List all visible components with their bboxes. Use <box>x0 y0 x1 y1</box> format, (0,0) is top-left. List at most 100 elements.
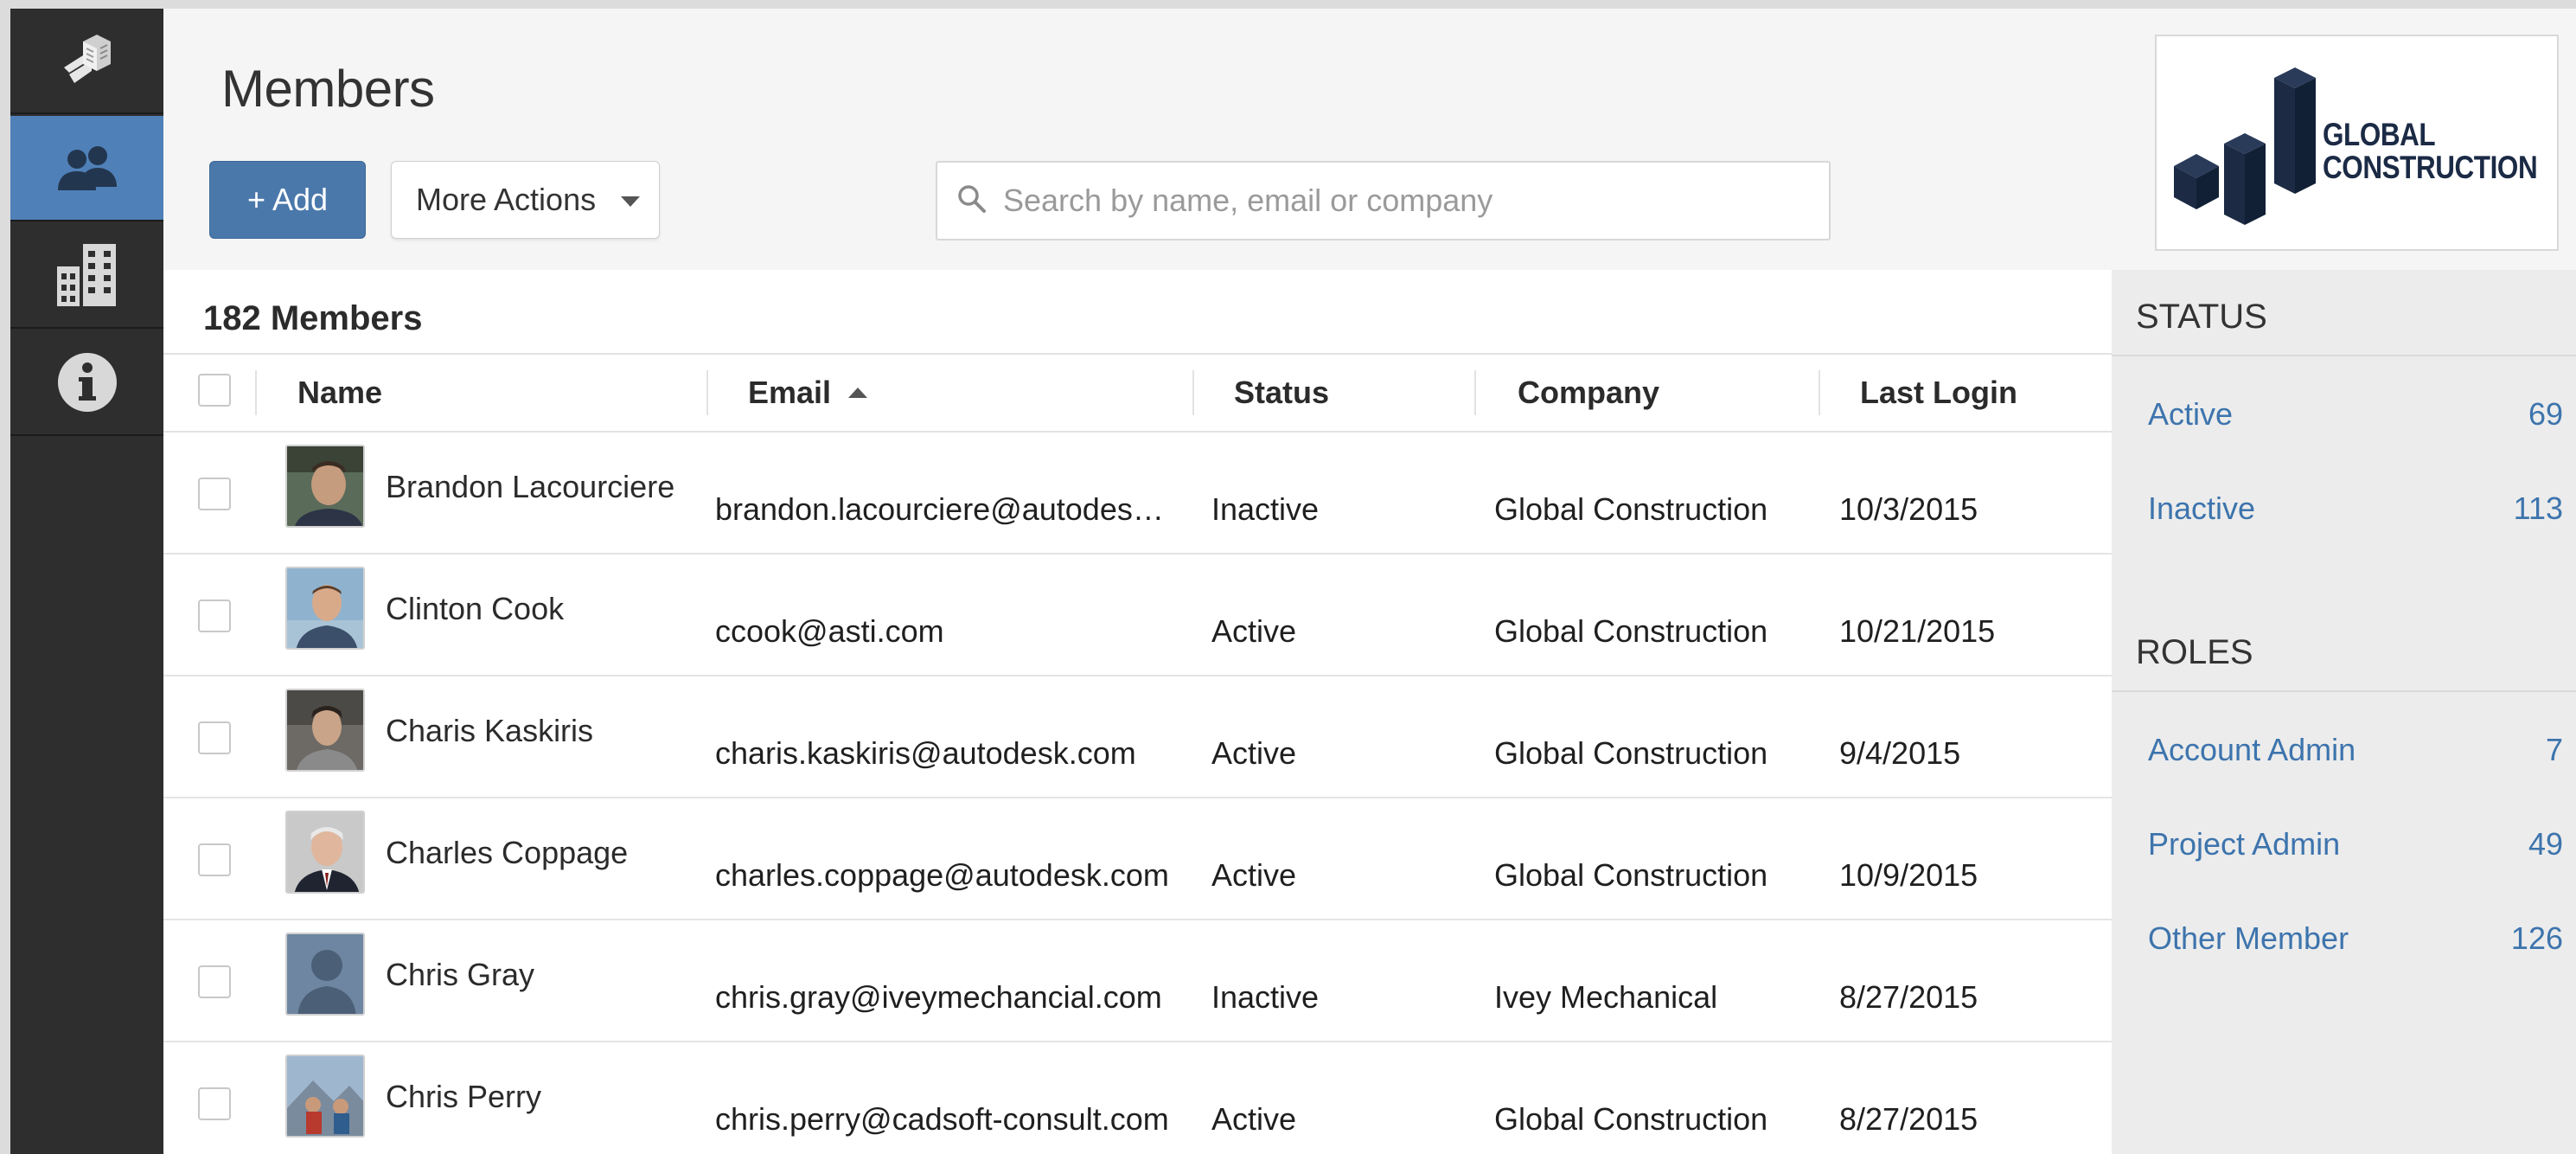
search-input[interactable] <box>1003 183 1799 219</box>
member-company: Ivey Mechanical <box>1494 979 1718 1015</box>
filter-label: Active <box>2148 396 2234 432</box>
page-title: Members <box>221 60 435 118</box>
logo-text: GLOBAL CONSTRUCTION <box>2323 117 2538 185</box>
column-header-email[interactable]: Email <box>748 355 868 431</box>
more-actions-dropdown[interactable]: More Actions <box>391 161 660 239</box>
column-header-status[interactable]: Status <box>1234 355 1329 431</box>
member-name[interactable]: Chris Perry <box>386 1079 541 1115</box>
sort-ascending-icon <box>848 388 868 398</box>
select-all-checkbox[interactable] <box>198 374 231 407</box>
member-email: charis.kaskiris@autodesk.com <box>715 735 1136 771</box>
filter-label: Inactive <box>2148 490 2256 526</box>
add-button[interactable]: + Add <box>209 161 366 239</box>
column-header-email-label: Email <box>748 375 832 410</box>
column-header-name[interactable]: Name <box>297 355 382 431</box>
filter-count: 113 <box>2513 490 2563 526</box>
members-table: 182 Members Name Email Status Company La… <box>163 270 2112 1154</box>
filter-role-account-admin[interactable]: Account Admin 7 <box>2148 732 2563 784</box>
avatar <box>285 445 365 528</box>
member-status: Active <box>1211 1101 1297 1137</box>
filter-role-project-admin[interactable]: Project Admin 49 <box>2148 826 2563 878</box>
more-actions-label: More Actions <box>416 182 597 217</box>
avatar <box>285 933 365 1016</box>
member-name[interactable]: Brandon Lacourciere <box>386 469 674 505</box>
member-status: Inactive <box>1211 979 1320 1015</box>
column-divider <box>706 370 708 415</box>
table-row[interactable]: Charis Kaskiris charis.kaskiris@autodesk… <box>163 676 2112 798</box>
filter-role-other-member[interactable]: Other Member 126 <box>2148 920 2563 972</box>
filter-status-active[interactable]: Active 69 <box>2148 396 2563 448</box>
member-email: chris.gray@iveymechancial.com <box>715 979 1162 1015</box>
row-checkbox[interactable] <box>198 478 231 510</box>
table-row[interactable]: Chris Perry chris.perry@cadsoft-consult.… <box>163 1042 2112 1154</box>
row-checkbox[interactable] <box>198 721 231 754</box>
status-filter-heading: STATUS <box>2136 298 2267 336</box>
member-status: Inactive <box>1211 491 1320 527</box>
member-name[interactable]: Clinton Cook <box>386 591 564 627</box>
row-checkbox[interactable] <box>198 599 231 632</box>
company-logo: GLOBAL CONSTRUCTION <box>2155 35 2559 251</box>
table-row[interactable]: Clinton Cook ccook@asti.com Active Globa… <box>163 555 2112 676</box>
member-email: brandon.lacourciere@autodesk.com <box>715 491 1178 527</box>
avatar <box>285 811 365 894</box>
divider <box>2112 355 2576 356</box>
members-count: 182 Members <box>203 299 423 337</box>
member-status: Active <box>1211 613 1297 649</box>
member-last-login: 8/27/2015 <box>1839 1101 1978 1137</box>
row-checkbox[interactable] <box>198 843 231 876</box>
table-row[interactable]: Charles Coppage charles.coppage@autodesk… <box>163 798 2112 920</box>
members-icon <box>54 144 120 192</box>
column-divider <box>1192 370 1194 415</box>
member-company: Global Construction <box>1494 613 1768 649</box>
sidebar-item-companies[interactable] <box>10 223 163 329</box>
filter-count: 49 <box>2528 826 2563 862</box>
member-status: Active <box>1211 857 1297 893</box>
search-box[interactable] <box>936 161 1831 240</box>
avatar <box>285 567 365 650</box>
global-construction-logo-icon <box>2174 67 2316 225</box>
table-row[interactable]: Chris Gray chris.gray@iveymechancial.com… <box>163 920 2112 1042</box>
filter-label: Project Admin <box>2148 826 2341 862</box>
member-last-login: 8/27/2015 <box>1839 979 1978 1015</box>
column-header-company[interactable]: Company <box>1518 355 1659 431</box>
column-header-last-login[interactable]: Last Login <box>1860 355 2017 431</box>
member-email: ccook@asti.com <box>715 613 944 649</box>
filter-count: 126 <box>2510 920 2563 956</box>
chevron-down-icon <box>621 196 640 207</box>
member-name[interactable]: Chris Gray <box>386 957 534 993</box>
building-logo-icon <box>57 29 118 92</box>
filter-status-inactive[interactable]: Inactive 113 <box>2148 490 2563 542</box>
column-divider <box>1474 370 1476 415</box>
companies-icon <box>56 244 118 306</box>
column-divider <box>255 370 257 415</box>
table-row[interactable]: Brandon Lacourciere brandon.lacourciere@… <box>163 433 2112 555</box>
sidebar-item-home[interactable] <box>10 9 163 114</box>
member-last-login: 9/4/2015 <box>1839 735 1961 771</box>
filter-label: Account Admin <box>2148 732 2356 767</box>
row-checkbox[interactable] <box>198 965 231 998</box>
member-company: Global Construction <box>1494 735 1768 771</box>
table-header: Name Email Status Company Last Login <box>163 353 2112 433</box>
member-last-login: 10/3/2015 <box>1839 491 1978 527</box>
member-status: Active <box>1211 735 1297 771</box>
sidebar <box>10 9 163 1154</box>
member-email: chris.perry@cadsoft-consult.com <box>715 1101 1169 1137</box>
member-name[interactable]: Charles Coppage <box>386 835 628 871</box>
member-company: Global Construction <box>1494 1101 1768 1137</box>
row-checkbox[interactable] <box>198 1087 231 1120</box>
member-company: Global Construction <box>1494 491 1768 527</box>
member-last-login: 10/21/2015 <box>1839 613 1996 649</box>
sidebar-item-info[interactable] <box>10 330 163 436</box>
member-name[interactable]: Charis Kaskiris <box>386 713 593 749</box>
filter-panel: STATUS Active 69 Inactive 113 ROLES Acco… <box>2112 270 2576 1154</box>
filter-count: 69 <box>2528 396 2563 432</box>
filter-label: Other Member <box>2148 920 2349 956</box>
avatar <box>285 1055 365 1138</box>
member-last-login: 10/9/2015 <box>1839 857 1978 893</box>
divider <box>2112 690 2576 692</box>
roles-filter-heading: ROLES <box>2136 633 2253 671</box>
avatar <box>285 689 365 772</box>
info-icon <box>56 351 118 414</box>
sidebar-item-members[interactable] <box>10 116 163 221</box>
column-divider <box>1819 370 1820 415</box>
